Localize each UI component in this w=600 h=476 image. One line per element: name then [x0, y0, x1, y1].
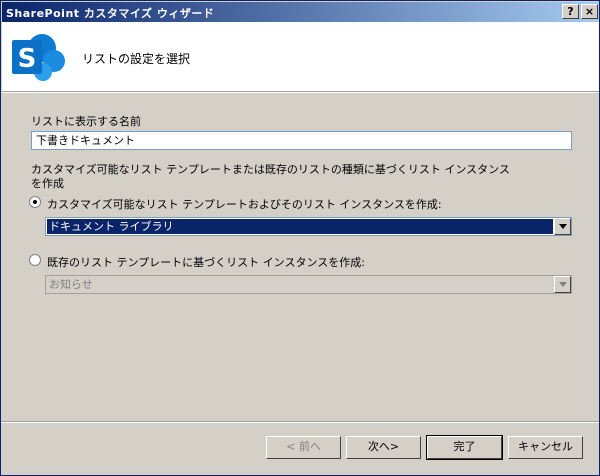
cancel-button[interactable]: キャンセル — [508, 436, 583, 459]
finish-button[interactable]: 完了 — [426, 435, 503, 460]
sharepoint-logo-letter: S — [18, 44, 37, 74]
chevron-down-icon — [559, 224, 567, 229]
next-button[interactable]: 次へ> — [346, 436, 421, 459]
template-select-value: ドキュメント ライブラリ — [47, 219, 553, 234]
back-button[interactable]: < 前へ — [266, 436, 341, 459]
chevron-down-icon — [559, 282, 567, 287]
instruction-text-line1: カスタマイズ可能なリスト テンプレートまたは既存のリストの種類に基づくリスト イ… — [31, 163, 510, 176]
list-name-label: リストに表示する名前 — [31, 115, 141, 128]
radio-custom-template[interactable] — [29, 196, 41, 208]
wizard-window: SharePoint カスタマイズ ウィザード ? × S リストの設定を選択 … — [0, 0, 600, 476]
template-select-arrow[interactable] — [554, 218, 571, 235]
existing-list-select[interactable]: お知らせ — [45, 275, 572, 294]
title-bar[interactable]: SharePoint カスタマイズ ウィザード ? × — [2, 2, 599, 22]
radio-selected-dot — [33, 200, 37, 204]
radio-existing-list[interactable] — [29, 254, 41, 266]
header-divider — [2, 92, 599, 93]
option-custom-label[interactable]: カスタマイズ可能なリスト テンプレートおよびそのリスト インスタンスを作成: — [47, 196, 442, 212]
template-select[interactable]: ドキュメント ライブラリ — [45, 217, 572, 236]
close-button[interactable]: × — [581, 4, 598, 19]
list-name-input[interactable]: 下書きドキュメント — [31, 131, 572, 150]
window-title: SharePoint カスタマイズ ウィザード — [6, 7, 215, 20]
help-button[interactable]: ? — [562, 4, 579, 19]
existing-list-select-arrow[interactable] — [554, 276, 571, 293]
page-title: リストの設定を選択 — [82, 52, 191, 66]
sharepoint-logo-icon: S — [10, 32, 68, 87]
instruction-text-line2: を作成 — [31, 177, 64, 190]
existing-list-select-value: お知らせ — [49, 278, 93, 291]
wizard-header: S リストの設定を選択 — [2, 22, 599, 92]
option-existing-label[interactable]: 既存のリスト テンプレートに基づくリスト インスタンスを作成: — [47, 254, 365, 270]
